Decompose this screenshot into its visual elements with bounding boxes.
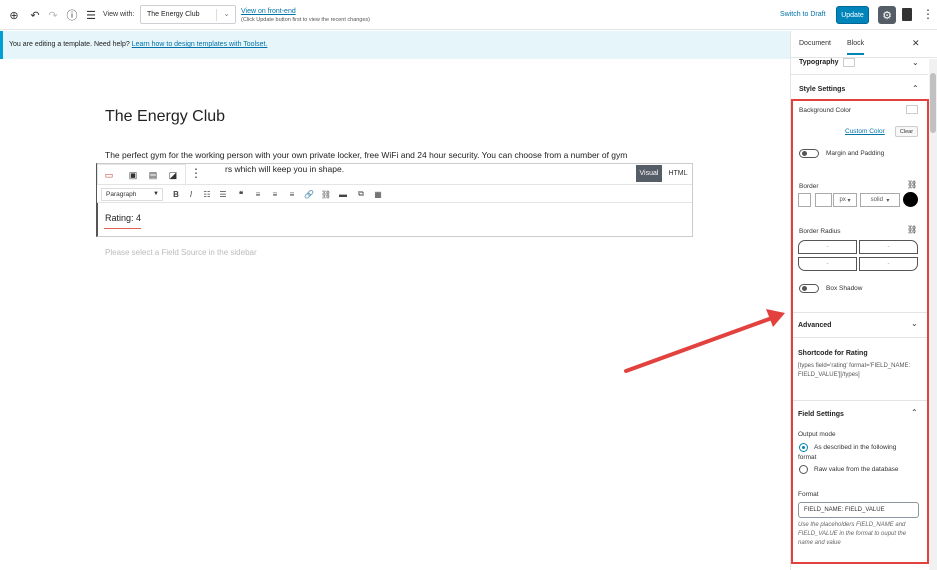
numbered-list-icon[interactable]: ☰ [217, 188, 229, 200]
typography-panel-title[interactable]: Typography [799, 59, 839, 66]
classic-block-icon[interactable]: ▭ [103, 169, 115, 181]
read-more-icon[interactable]: ▬ [337, 188, 349, 200]
style-settings-title[interactable]: Style Settings [799, 86, 845, 93]
rating-underline [104, 228, 141, 229]
fields-icon[interactable]: ⧉ [355, 188, 367, 200]
format-select[interactable]: Paragraph ▼ [101, 188, 163, 201]
more-options-icon[interactable]: ⋮ [922, 7, 934, 21]
tab-document[interactable]: Document [799, 40, 831, 47]
add-block-icon[interactable]: ⊕ [8, 9, 20, 22]
block-toolbar: ▭ ▣ ▤ ◪ [97, 164, 186, 185]
sidebar-scroll-thumb[interactable] [930, 73, 936, 133]
close-icon[interactable]: ✕ [912, 38, 920, 49]
notice-help-link[interactable]: Learn how to design templates with Tools… [132, 41, 268, 48]
toolset-block-icon[interactable] [902, 8, 912, 21]
italic-icon[interactable]: I [185, 188, 197, 200]
typography-swatch [843, 58, 855, 67]
bullet-list-icon[interactable]: ☷ [201, 188, 213, 200]
field-source-placeholder: Please select a Field Source in the side… [105, 248, 257, 257]
switch-to-draft-button[interactable]: Switch to Draft [780, 11, 826, 18]
notice-message: You are editing a template. Need help? [9, 41, 130, 48]
divider [791, 74, 928, 75]
insert-conditional-icon[interactable]: ◪ [167, 169, 179, 181]
view-with-select[interactable]: The Energy Club ⌄ [140, 5, 236, 24]
quote-icon[interactable]: ❝ [235, 188, 247, 200]
view-front-end-link[interactable]: View on front-end [241, 8, 296, 15]
align-left-icon[interactable]: ≡ [252, 188, 264, 200]
editor-top-toolbar: ⊕ ↶ ↷ ⓘ ☰ View with: The Energy Club ⌄ V… [0, 0, 937, 30]
format-select-value: Paragraph [106, 191, 137, 198]
view-with-label: View with: [103, 11, 135, 18]
unlink-icon[interactable]: ⛓ [320, 188, 332, 200]
undo-icon[interactable]: ↶ [29, 9, 41, 22]
outline-icon[interactable]: ☰ [85, 9, 97, 22]
front-end-note: (Click Update button first to view the r… [241, 17, 371, 23]
redo-icon[interactable]: ↷ [47, 9, 59, 22]
insert-field-icon[interactable]: ▣ [127, 169, 139, 181]
chevron-down-icon[interactable]: ⌄ [912, 58, 919, 67]
info-icon[interactable]: ⓘ [66, 9, 78, 22]
tab-html[interactable]: HTML [664, 165, 692, 182]
update-button[interactable]: Update [836, 6, 869, 24]
tab-block[interactable]: Block [847, 40, 865, 55]
notice-text: You are editing a template. Need help? L… [9, 41, 267, 48]
post-title[interactable]: The Energy Club [105, 108, 225, 126]
rating-text[interactable]: Rating: 4 [105, 213, 141, 223]
align-center-icon[interactable]: ≡ [269, 188, 281, 200]
settings-gear-icon[interactable]: ⚙ [878, 6, 896, 24]
toolbar-toggle-icon[interactable]: ▦ [372, 188, 384, 200]
highlight-frame [791, 99, 929, 564]
tab-visual[interactable]: Visual [636, 165, 662, 182]
insert-form-icon[interactable]: ▤ [147, 169, 159, 181]
template-notice: You are editing a template. Need help? L… [0, 31, 790, 59]
chevron-down-icon: ▼ [153, 191, 159, 197]
classic-editor-toolbar: Paragraph ▼ B I ☷ ☰ ❝ ≡ ≡ ≡ 🔗 ⛓ ▬ ⧉ ▦ [97, 184, 692, 203]
select-divider [216, 9, 217, 21]
align-right-icon[interactable]: ≡ [286, 188, 298, 200]
paragraph-line-1: The perfect gym for the working person w… [105, 150, 628, 160]
sidebar-scrollbar[interactable] [929, 59, 937, 570]
bold-icon[interactable]: B [170, 188, 182, 200]
chevron-down-icon: ⌄ [223, 9, 230, 18]
link-icon[interactable]: 🔗 [303, 188, 315, 200]
sidebar-tabs: Document Block ✕ [791, 31, 937, 58]
chevron-up-icon[interactable]: ⌃ [912, 84, 919, 93]
view-with-value: The Energy Club [147, 11, 200, 18]
block-more-icon[interactable]: ⋮ [190, 166, 202, 180]
